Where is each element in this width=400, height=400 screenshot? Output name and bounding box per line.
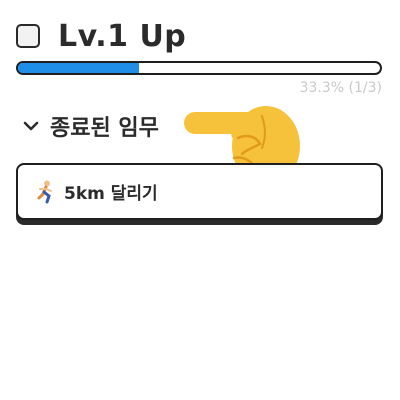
quest-card[interactable]: 5km 달리기 [16,163,383,220]
runner-icon [37,180,52,203]
chevron-down-icon [23,121,39,131]
section-title: 종료된 임무 [50,116,159,141]
progress-bar [16,61,382,75]
completed-section-toggle[interactable]: 종료된 임무 [20,110,159,142]
quest-label: 5km 달리기 [64,184,158,204]
quest-screen: Lv.1 Up 33.3% (1/3) 종료된 임무 5km 달리기 [0,0,400,400]
level-checkbox[interactable] [16,24,40,48]
progress-text: 33.3% (1/3) [299,80,382,96]
level-header: Lv.1 Up [16,18,386,54]
level-title: Lv.1 Up [58,18,187,54]
progress-fill [18,63,139,73]
